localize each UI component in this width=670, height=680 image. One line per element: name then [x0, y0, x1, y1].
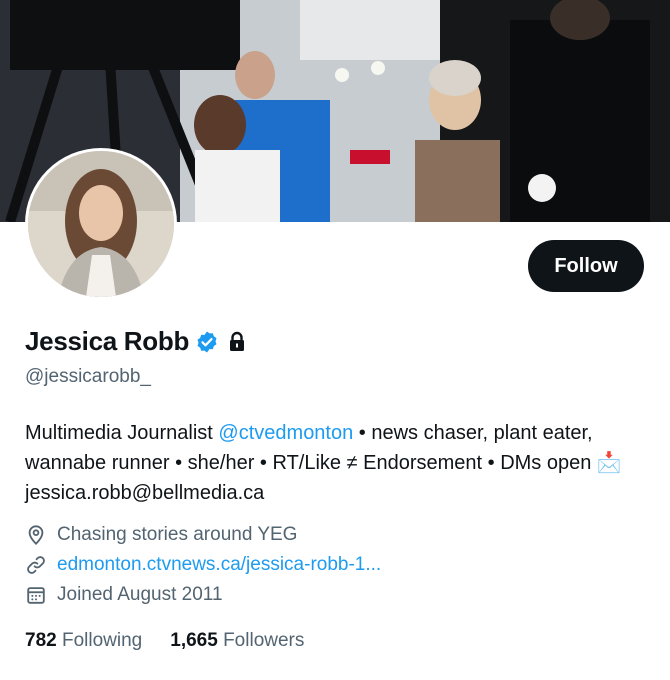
- followers-label: Followers: [223, 630, 305, 651]
- profile-name-row: Jessica Robb: [25, 326, 249, 357]
- envelope-emoji-icon: 📩: [596, 452, 622, 474]
- followers-count: 1,665: [170, 630, 218, 651]
- link-icon: [25, 554, 47, 576]
- bio-email: jessica.robb@bellmedia.ca: [25, 482, 265, 504]
- follow-button[interactable]: Follow: [528, 240, 644, 292]
- location-text: Chasing stories around YEG: [57, 524, 298, 545]
- profile-handle: @jessicarobb_: [25, 366, 151, 387]
- following-label: Following: [61, 630, 143, 651]
- location-pin-icon: [25, 524, 47, 546]
- bio-text: Multimedia Journalist: [25, 422, 219, 444]
- profile-bio: Multimedia Journalist @ctvedmonton • new…: [25, 418, 635, 508]
- lock-icon: [225, 330, 249, 354]
- avatar-border: [25, 148, 177, 300]
- following-count: 782: [25, 630, 57, 651]
- avatar-photo: [28, 151, 174, 297]
- calendar-icon: [25, 584, 47, 606]
- follow-counts: 782 Following 1,665 Followers: [25, 630, 304, 652]
- profile-join-date: Joined August 2011: [25, 584, 223, 606]
- following-link[interactable]: 782 Following: [25, 630, 142, 652]
- profile-website: edmonton.ctvnews.ca/jessica-robb-1...: [25, 554, 381, 576]
- profile-location: Chasing stories around YEG: [25, 524, 297, 546]
- verified-badge-icon[interactable]: [195, 330, 219, 354]
- bio-mention-link[interactable]: @ctvedmonton: [218, 422, 353, 444]
- website-link[interactable]: edmonton.ctvnews.ca/jessica-robb-1...: [57, 554, 381, 576]
- followers-link[interactable]: 1,665 Followers: [170, 630, 304, 652]
- display-name: Jessica Robb: [25, 326, 190, 356]
- avatar[interactable]: [28, 151, 174, 297]
- join-date-text: Joined August 2011: [57, 584, 223, 605]
